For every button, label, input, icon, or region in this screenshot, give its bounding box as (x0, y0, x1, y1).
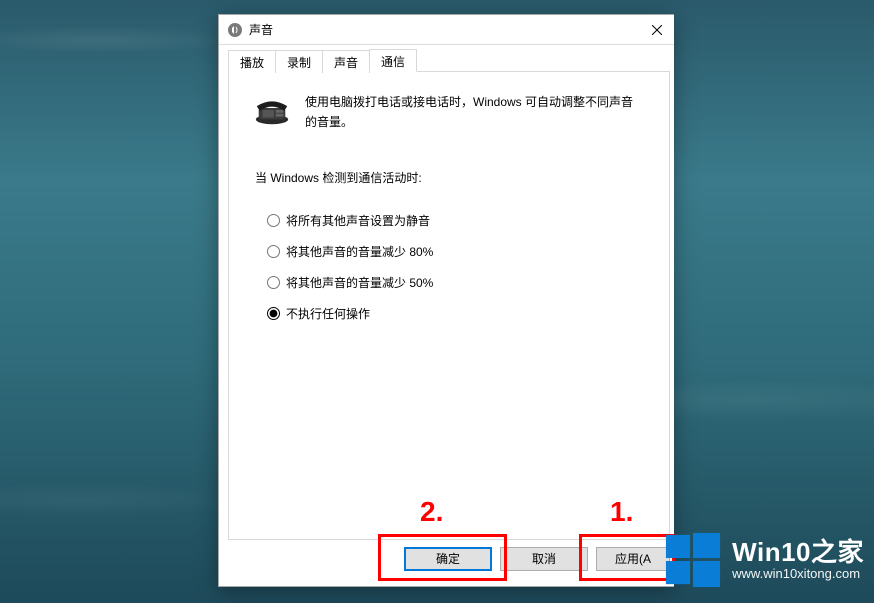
option-label: 将其他声音的音量减少 50% (286, 274, 433, 291)
radio-reduce-50[interactable] (267, 276, 280, 289)
apply-button[interactable]: 应用(A (596, 547, 670, 571)
close-button[interactable] (634, 15, 674, 44)
tab-playback[interactable]: 播放 (228, 50, 276, 73)
sound-app-icon (227, 22, 243, 38)
window-title: 声音 (249, 21, 634, 38)
option-reduce-80[interactable]: 将其他声音的音量减少 80% (267, 243, 645, 260)
description-row: 使用电脑拨打电话或接电话时，Windows 可自动调整不同声音的音量。 (253, 92, 645, 133)
close-icon (652, 25, 662, 35)
radio-mute-all[interactable] (267, 214, 280, 227)
tab-recording[interactable]: 录制 (275, 50, 323, 73)
option-label: 将所有其他声音设置为静音 (286, 212, 430, 229)
option-reduce-50[interactable]: 将其他声音的音量减少 50% (267, 274, 645, 291)
option-mute-all[interactable]: 将所有其他声音设置为静音 (267, 212, 645, 229)
watermark-title: Win10之家 (732, 538, 864, 568)
ok-button[interactable]: 确定 (404, 547, 492, 571)
dialog-body: 播放 录制 声音 通信 (219, 45, 674, 540)
tab-strip: 播放 录制 声音 通信 (228, 49, 670, 72)
option-label: 不执行任何操作 (286, 305, 370, 322)
button-row: 确定 取消 应用(A (219, 540, 674, 586)
tab-communications[interactable]: 通信 (369, 49, 417, 72)
watermark-text: Win10之家 www.win10xitong.com (732, 538, 864, 583)
cancel-button[interactable]: 取消 (500, 547, 588, 571)
sound-dialog: 声音 播放 录制 声音 通信 (218, 14, 674, 587)
description-text: 使用电脑拨打电话或接电话时，Windows 可自动调整不同声音的音量。 (305, 92, 645, 133)
option-label: 将其他声音的音量减少 80% (286, 243, 433, 260)
when-detected-label: 当 Windows 检测到通信活动时: (253, 169, 645, 186)
titlebar: 声音 (219, 15, 674, 45)
watermark-url: www.win10xitong.com (732, 567, 864, 582)
communications-panel: 使用电脑拨打电话或接电话时，Windows 可自动调整不同声音的音量。 当 Wi… (228, 71, 670, 540)
phone-icon (253, 92, 291, 126)
radio-reduce-80[interactable] (267, 245, 280, 258)
watermark: Win10之家 www.win10xitong.com (664, 531, 864, 589)
option-do-nothing[interactable]: 不执行任何操作 (267, 305, 645, 322)
windows-logo-icon (664, 531, 722, 589)
tab-sounds[interactable]: 声音 (322, 50, 370, 73)
radio-do-nothing[interactable] (267, 307, 280, 320)
options-group: 将所有其他声音设置为静音 将其他声音的音量减少 80% 将其他声音的音量减少 5… (253, 212, 645, 322)
